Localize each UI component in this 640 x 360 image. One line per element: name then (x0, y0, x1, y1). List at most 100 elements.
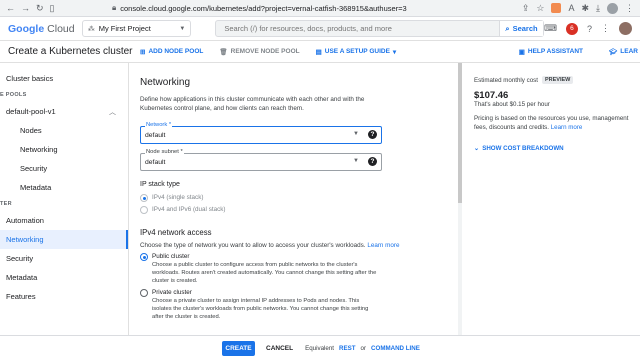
add-box-icon: ⊞ (140, 48, 146, 56)
cost-panel: Estimated monthly cost PREVIEW $107.46 T… (462, 63, 640, 335)
create-button[interactable]: CREATE (222, 340, 255, 356)
sidebar-item-automation[interactable]: Automation (0, 211, 128, 230)
subnet-label: Node subnet * (145, 149, 184, 155)
pricing-note: Pricing is based on the resources you us… (474, 114, 634, 132)
avatar[interactable] (619, 22, 632, 35)
puzzle-icon[interactable]: ✱ (581, 3, 589, 14)
setup-guide-label: USE A SETUP GUIDE (324, 48, 390, 55)
chevron-down-icon: ⌄ (474, 145, 480, 152)
hourly-price: That's about $0.15 per hour (474, 101, 550, 108)
sidebar-item-nodes[interactable]: Nodes (0, 121, 128, 140)
cost-breakdown-label: SHOW COST BREAKDOWN (482, 145, 564, 152)
project-name: My First Project (98, 24, 151, 33)
project-icon: ⁂ (87, 25, 95, 33)
public-cluster-title: Public cluster (152, 253, 190, 260)
profile-icon[interactable] (607, 2, 618, 14)
download-icon[interactable]: ⤓ (596, 3, 600, 14)
help-assistant-label: HELP ASSISTANT (527, 48, 584, 55)
radio-label-dual-stack: IPv4 and IPv6 (dual stack) (152, 206, 226, 213)
radio-label-ipv4-single: IPv4 (single stack) (152, 194, 204, 201)
monthly-price: $107.46 (474, 90, 509, 101)
search-bar: ⌕ Search (215, 20, 544, 37)
search-button-label: Search (512, 24, 538, 33)
cloud-shell-icon[interactable]: ⌨ (544, 23, 557, 34)
menu-dots-icon[interactable]: ⋮ (625, 3, 634, 14)
sidebar-section-node-pools: E POOLS (0, 92, 27, 98)
browser-nav: ← → ↻ ▯ (0, 3, 112, 14)
bookmark-icon[interactable]: ▯ (50, 3, 55, 14)
pricing-learn-more-link[interactable]: Learn more (551, 124, 583, 131)
radio-dual-stack[interactable] (140, 206, 148, 214)
setup-guide-button[interactable]: ▤ USE A SETUP GUIDE ▾ (316, 48, 397, 56)
sidebar-item-default-pool[interactable]: default-pool-v1 ︿ (0, 102, 128, 121)
notifications-badge[interactable]: 6 (565, 22, 578, 35)
help-assistant-button[interactable]: ▣ HELP ASSISTANT (519, 48, 583, 56)
sidebar-item-networking[interactable]: Networking (0, 230, 128, 249)
radio-ipv4-single[interactable] (140, 194, 148, 202)
rest-link[interactable]: REST (339, 345, 356, 352)
sidebar-item-cluster-basics[interactable]: Cluster basics (0, 69, 128, 88)
learn-label: LEAR (620, 48, 638, 55)
extension-icon[interactable] (551, 3, 562, 13)
search-button[interactable]: ⌕ Search (498, 21, 543, 36)
sidebar-item-metadata[interactable]: Metadata (0, 268, 128, 287)
public-cluster-option[interactable]: Public cluster Choose a public cluster t… (140, 253, 377, 285)
remove-node-pool-button[interactable]: 🗑︎ REMOVE NODE POOL (219, 48, 299, 56)
url-text: console.cloud.google.com/kubernetes/add?… (120, 3, 407, 13)
node-subnet-select[interactable]: Node subnet * default ▼ ? (140, 149, 382, 171)
preview-badge: PREVIEW (541, 76, 574, 84)
networking-form: Networking Define how applications in th… (129, 63, 459, 335)
forward-icon[interactable]: → (21, 3, 30, 14)
learn-button[interactable]: 🎓︎ LEAR (609, 48, 638, 56)
chevron-down-icon: ▼ (179, 25, 186, 32)
project-picker[interactable]: ⁂ My First Project ▼ (81, 20, 192, 37)
reload-icon[interactable]: ↻ (36, 3, 44, 14)
chevron-up-icon[interactable]: ︿ (109, 107, 116, 117)
cluster-sidebar: Cluster basics E POOLS default-pool-v1 ︿… (0, 63, 129, 335)
translate-icon[interactable]: A (568, 3, 574, 13)
add-node-pool-button[interactable]: ⊞ ADD NODE POOL (140, 48, 203, 56)
back-icon[interactable]: ← (6, 3, 15, 14)
address-bar[interactable]: 🔒︎ console.cloud.google.com/kubernetes/a… (112, 3, 522, 13)
public-cluster-desc: Choose a public cluster to configure acc… (152, 262, 377, 284)
remove-node-pool-label: REMOVE NODE POOL (230, 48, 300, 55)
help-icon[interactable]: ? (368, 157, 377, 166)
ipv4-desc-text: Choose the type of network you want to a… (140, 242, 366, 249)
ipv4-access-heading: IPv4 network access (140, 228, 212, 237)
sidebar-item-features[interactable]: Features (0, 287, 128, 306)
delete-icon: 🗑︎ (219, 48, 228, 56)
star-icon[interactable]: ☆ (536, 3, 544, 14)
sidebar-item-pool-security[interactable]: Security (0, 159, 128, 178)
logo-cloud-text: Cloud (47, 22, 75, 35)
private-cluster-option[interactable]: Private cluster Choose a private cluster… (140, 289, 377, 321)
dropdown-arrow-icon: ▼ (353, 158, 359, 164)
help-icon[interactable]: ? (368, 130, 377, 139)
public-cluster-text: Public cluster Choose a public cluster t… (152, 253, 377, 285)
bottom-action-bar: CREATE CANCEL Equivalent REST or COMMAND… (0, 335, 640, 360)
private-cluster-text: Private cluster Choose a private cluster… (152, 289, 377, 321)
share-icon[interactable]: ⇪ (522, 3, 530, 14)
show-cost-breakdown-button[interactable]: ⌄ SHOW COST BREAKDOWN (474, 145, 564, 152)
learn-more-link[interactable]: Learn more (367, 242, 399, 249)
sidebar-item-pool-metadata[interactable]: Metadata (0, 178, 128, 197)
pool-name-label: default-pool-v1 (6, 107, 56, 116)
sidebar-item-pool-networking[interactable]: Networking (0, 140, 128, 159)
dropdown-arrow-icon: ▼ (353, 131, 359, 137)
radio-public-cluster[interactable] (140, 253, 148, 261)
chevron-down-icon: ▾ (392, 48, 397, 56)
page-header: Create a Kubernetes cluster ⊞ ADD NODE P… (0, 41, 640, 63)
command-line-link[interactable]: COMMAND LINE (371, 345, 420, 352)
ip-stack-option-ipv4[interactable]: IPv4 (single stack) (140, 194, 203, 202)
help-icon[interactable]: ? (587, 24, 592, 34)
sidebar-item-security[interactable]: Security (0, 249, 128, 268)
ip-stack-option-dual[interactable]: IPv4 and IPv6 (dual stack) (140, 206, 226, 214)
subnet-value: default (145, 159, 166, 166)
google-cloud-logo[interactable]: Google Cloud (0, 23, 80, 35)
topbar-icons: ⌨ 6 ? ⋮ (544, 22, 640, 35)
more-vert-icon[interactable]: ⋮ (601, 23, 610, 34)
cancel-button[interactable]: CANCEL (266, 345, 293, 352)
search-input[interactable] (216, 21, 499, 36)
network-select[interactable]: Network * default ▼ ? (140, 122, 382, 144)
radio-private-cluster[interactable] (140, 289, 148, 297)
section-heading: Networking (140, 77, 191, 88)
